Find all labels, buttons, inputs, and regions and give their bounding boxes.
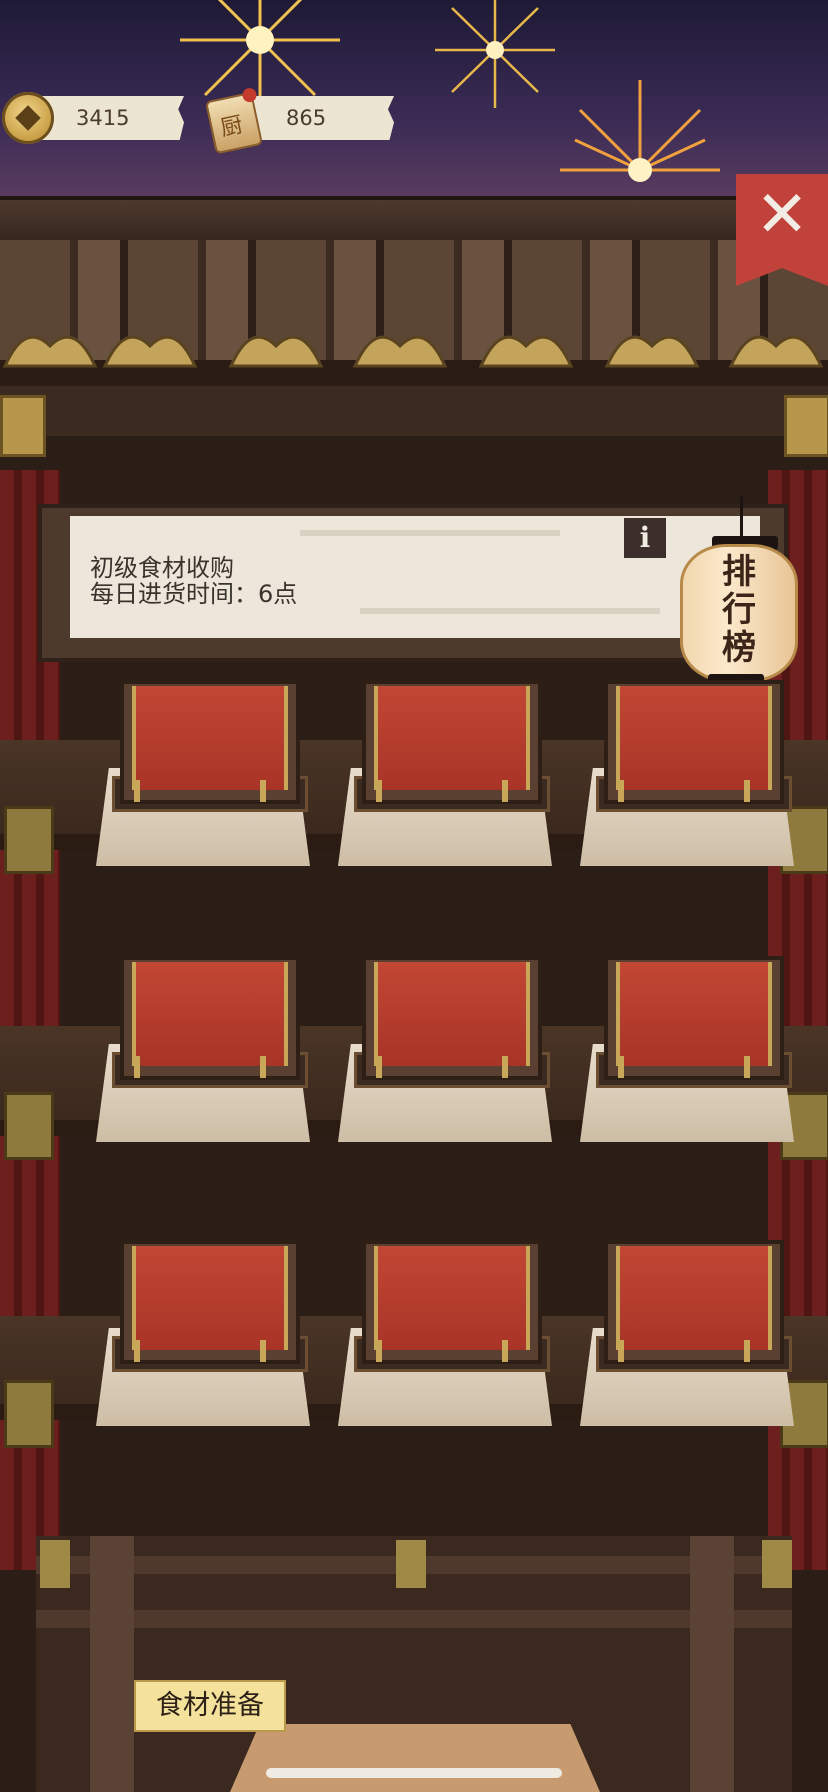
ingredient-slot[interactable] [338, 680, 554, 885]
ingredient-slot[interactable] [580, 956, 796, 1161]
rail-bar [36, 1610, 792, 1628]
gold-bracket [784, 395, 828, 457]
box-cover [374, 686, 530, 790]
gold-cap [762, 1540, 792, 1588]
box-cover [616, 686, 772, 790]
counter-table [230, 1724, 600, 1792]
roof-ornament [478, 335, 574, 368]
box-cover [132, 1246, 288, 1350]
ticket-counter: 865 [244, 96, 394, 140]
shelf-cap [4, 1380, 54, 1448]
gold-bracket [0, 395, 46, 457]
gold-cap [396, 1540, 426, 1588]
roof-ornament [604, 335, 700, 368]
banner-subtitle: 每日进货时间：6点 [90, 580, 298, 608]
ingredient-slot[interactable] [96, 1240, 312, 1445]
under-beam [0, 380, 828, 436]
coin-icon [2, 92, 54, 144]
box-cover [132, 686, 288, 790]
rail-post [90, 1536, 134, 1792]
box-cover [132, 962, 288, 1066]
ingredient-slot[interactable] [96, 680, 312, 885]
ingredient-slot[interactable] [580, 1240, 796, 1445]
paper-texture [360, 608, 660, 614]
info-button[interactable]: i [624, 518, 666, 558]
coin-amount: 3415 [76, 106, 130, 130]
info-icon: i [639, 521, 651, 554]
ingredient-slot[interactable] [580, 680, 796, 885]
coin-counter: 3415 [40, 96, 184, 140]
leaderboard-label: 排 行 榜 [722, 552, 756, 668]
box-cover [616, 962, 772, 1066]
shelf-cap [4, 806, 54, 874]
shelf-cap [4, 1092, 54, 1160]
roof-ornament [352, 335, 448, 368]
roof-ornament [728, 335, 824, 368]
roof-ornament [228, 335, 324, 368]
box-cover [616, 1246, 772, 1350]
firework [560, 80, 720, 182]
ticket-amount: 865 [286, 106, 327, 130]
leaderboard-button[interactable]: 排 行 榜 [680, 544, 798, 682]
ingredient-slot[interactable] [338, 1240, 554, 1445]
box-cover [374, 962, 530, 1066]
roof-ornament [2, 335, 98, 368]
rail-post [690, 1536, 734, 1792]
box-cover [374, 1246, 530, 1350]
gold-cap [40, 1540, 70, 1588]
close-icon: ✕ [755, 178, 809, 252]
roof-ornament [102, 335, 198, 368]
ingredient-slot[interactable] [96, 956, 312, 1161]
ingredient-slot[interactable] [338, 956, 554, 1161]
home-indicator[interactable] [266, 1768, 562, 1778]
ingredient-prep-button[interactable]: 食材准备 [134, 1680, 286, 1732]
paper-texture [300, 530, 560, 536]
ingredient-prep-label: 食材准备 [156, 1690, 264, 1721]
game-scene: 3415 865 厨 ✕ 初级食材收购 每日进货时间：6点 i 排 行 榜 食材… [0, 0, 828, 1792]
